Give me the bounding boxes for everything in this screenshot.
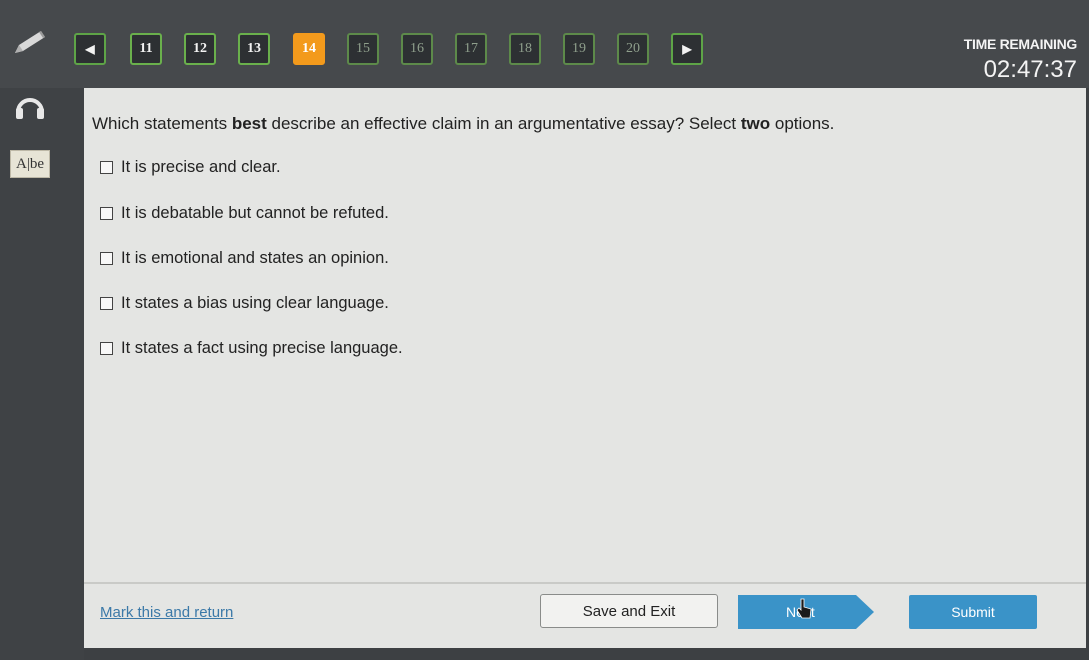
headphones-icon (13, 92, 47, 125)
save-and-exit-button[interactable]: Save and Exit (540, 594, 718, 628)
footer-divider (84, 582, 1086, 584)
question-19-button[interactable]: 19 (563, 33, 595, 65)
mark-and-return-link[interactable]: Mark this and return (100, 604, 233, 621)
answer-option[interactable]: It is precise and clear. (100, 158, 281, 177)
pencil-icon (11, 27, 49, 62)
question-11-button[interactable]: 11 (130, 33, 162, 65)
submit-button[interactable]: Submit (909, 595, 1037, 629)
question-17-button[interactable]: 17 (455, 33, 487, 65)
answer-checkbox[interactable] (100, 161, 113, 174)
time-remaining: TIME REMAINING 02:47:37 (963, 36, 1078, 84)
question-14-button[interactable]: 14 (293, 33, 325, 65)
question-18-button[interactable]: 18 (509, 33, 541, 65)
answer-option-label: It is debatable but cannot be refuted. (121, 204, 389, 222)
answer-checkbox[interactable] (100, 297, 113, 310)
answer-checkbox[interactable] (100, 252, 113, 265)
pencil-tool[interactable] (10, 26, 50, 62)
answer-option[interactable]: It states a fact using precise language. (100, 339, 403, 358)
answer-option[interactable]: It states a bias using clear language. (100, 294, 389, 313)
top-bar: ◀ 11 12 13 14 15 16 17 18 19 20 ▶ TIME R… (0, 0, 1089, 88)
answer-option[interactable]: It is emotional and states an opinion. (100, 249, 389, 268)
answer-checkbox[interactable] (100, 207, 113, 220)
next-questions-button[interactable]: ▶ (671, 33, 703, 65)
question-12-button[interactable]: 12 (184, 33, 216, 65)
time-remaining-label: TIME REMAINING (963, 36, 1078, 52)
question-panel: Which statements best describe an effect… (84, 88, 1086, 648)
time-remaining-value: 02:47:37 (983, 56, 1077, 83)
question-16-button[interactable]: 16 (401, 33, 433, 65)
audio-tool[interactable] (10, 90, 50, 126)
dictionary-tool[interactable]: A|be (10, 146, 50, 182)
question-20-button[interactable]: 20 (617, 33, 649, 65)
answer-option-label: It states a bias using clear language. (121, 294, 389, 312)
question-15-button[interactable]: 15 (347, 33, 379, 65)
previous-question-button[interactable]: ◀ (74, 33, 106, 65)
question-text: Which statements best describe an effect… (92, 114, 835, 133)
answer-option-label: It is emotional and states an opinion. (121, 249, 389, 267)
answer-option[interactable]: It is debatable but cannot be refuted. (100, 204, 389, 223)
question-13-button[interactable]: 13 (238, 33, 270, 65)
answer-option-label: It states a fact using precise language. (121, 339, 403, 357)
answer-option-label: It is precise and clear. (121, 158, 281, 176)
answer-checkbox[interactable] (100, 342, 113, 355)
hand-cursor-icon (796, 598, 812, 620)
dictionary-icon: A|be (10, 150, 50, 178)
